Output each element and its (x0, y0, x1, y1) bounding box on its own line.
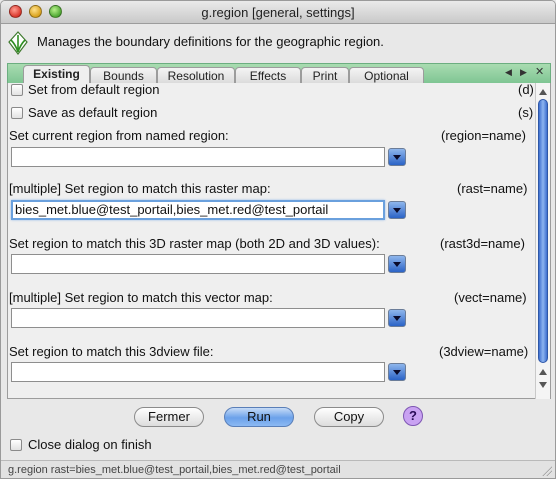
rast-label: [multiple] Set region to match this rast… (9, 181, 271, 196)
vect-dropdown-button[interactable] (388, 309, 406, 327)
save-default-flag: (s) (518, 105, 534, 120)
scroll-up-arrow-icon-bottom[interactable] (539, 369, 547, 375)
copy-button[interactable]: Copy (314, 407, 384, 427)
resize-grip-icon[interactable] (542, 466, 552, 476)
rast3d-input[interactable] (11, 254, 385, 274)
view3d-label: Set region to match this 3dview file: (9, 344, 214, 359)
rast-dropdown-button[interactable] (388, 201, 406, 219)
tab-effects[interactable]: Effects (235, 67, 301, 84)
options-scrollbar[interactable] (535, 83, 550, 399)
scroll-down-arrow-icon[interactable] (539, 382, 547, 388)
rast-param: (rast=name) (457, 181, 528, 196)
view3d-input[interactable] (11, 362, 385, 382)
options-panel: Set from default region (d) Save as defa… (7, 83, 551, 399)
view3d-param: (3dview=name) (439, 344, 529, 359)
grass-logo-icon (8, 31, 28, 55)
region-label: Set current region from named region: (9, 128, 229, 143)
rast3d-label: Set region to match this 3D raster map (… (9, 236, 380, 251)
scrollbar-thumb[interactable] (538, 99, 548, 363)
view3d-dropdown-button[interactable] (388, 363, 406, 381)
tab-scroll-right-icon[interactable]: ▶ (520, 67, 527, 78)
module-description: Manages the boundary definitions for the… (37, 34, 384, 49)
default-region-flag: (d) (518, 83, 534, 97)
tab-existing[interactable]: Existing (23, 65, 90, 84)
run-button[interactable]: Run (224, 407, 294, 427)
vect-label: [multiple] Set region to match this vect… (9, 290, 273, 305)
tab-print[interactable]: Print (301, 67, 349, 84)
vect-input[interactable] (11, 308, 385, 328)
close-button[interactable]: Fermer (134, 407, 204, 427)
dialog-window: g.region [general, settings] Manages the… (0, 0, 556, 479)
region-dropdown-button[interactable] (388, 148, 406, 166)
default-region-checkbox[interactable] (11, 84, 23, 96)
status-command-text: g.region rast=bies_met.blue@test_portail… (8, 464, 341, 476)
help-button[interactable]: ? (403, 406, 423, 426)
region-param: (region=name) (441, 128, 526, 143)
tab-optional[interactable]: Optional (349, 67, 424, 84)
rast3d-dropdown-button[interactable] (388, 255, 406, 273)
tab-bar: Existing Bounds Resolution Effects Print… (7, 63, 551, 84)
tab-scroll-left-icon[interactable]: ◀ (505, 67, 512, 78)
tab-resolution[interactable]: Resolution (157, 67, 235, 84)
status-bar: g.region rast=bies_met.blue@test_portail… (1, 460, 555, 478)
tab-bounds[interactable]: Bounds (90, 67, 157, 84)
title-bar: g.region [general, settings] (1, 1, 555, 24)
vect-param: (vect=name) (454, 290, 527, 305)
region-input[interactable] (11, 147, 385, 167)
window-title: g.region [general, settings] (201, 5, 355, 20)
module-header: Manages the boundary definitions for the… (1, 24, 555, 61)
rast-input[interactable]: bies_met.blue@test_portail,bies_met.red@… (11, 200, 385, 220)
default-region-label: Set from default region (28, 83, 160, 97)
save-default-checkbox[interactable] (11, 107, 23, 119)
save-default-label: Save as default region (28, 105, 158, 120)
tab-close-icon[interactable]: ✕ (535, 65, 544, 78)
close-on-finish-label: Close dialog on finish (28, 437, 152, 452)
close-on-finish-checkbox[interactable] (10, 439, 22, 451)
scroll-up-arrow-icon[interactable] (539, 89, 547, 95)
rast3d-param: (rast3d=name) (440, 236, 525, 251)
